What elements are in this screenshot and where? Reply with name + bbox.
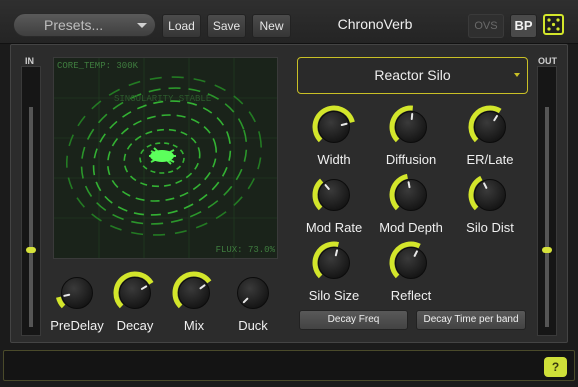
in-meter-label: IN <box>25 56 34 66</box>
mod-rate-knob[interactable] <box>311 172 357 218</box>
silo-dist-knob[interactable] <box>467 172 513 218</box>
width-knob[interactable] <box>311 104 357 150</box>
core-temp-readout: CORE_TEMP: 300K <box>57 61 139 71</box>
decay-time-per-band-button[interactable]: Decay Time per band <box>416 310 526 330</box>
er-late-knob[interactable] <box>467 104 513 150</box>
flux-readout: FLUX: 73.0% <box>215 245 275 255</box>
visualizer-status-text: SINGULARITY STABLE <box>114 94 212 104</box>
preset-dropdown-label: Presets... <box>44 17 104 33</box>
input-meter-track <box>29 107 33 327</box>
plugin-title: ChronoVerb <box>337 16 413 32</box>
bypass-button[interactable]: BP <box>510 14 537 38</box>
reverb-visualizer: CORE_TEMP: 300K SINGULARITY STABLE FLUX:… <box>53 57 278 259</box>
silo-size-knob[interactable] <box>311 240 357 286</box>
decay-freq-button[interactable]: Decay Freq <box>299 310 408 330</box>
diffusion-label: Diffusion <box>385 152 437 167</box>
randomize-dice-icon[interactable] <box>543 14 564 35</box>
mix-knob[interactable] <box>171 270 217 316</box>
help-button[interactable]: ? <box>544 357 567 377</box>
mod-depth-knob[interactable] <box>388 172 434 218</box>
output-gain-slider[interactable] <box>542 247 552 253</box>
decay-knob[interactable] <box>112 270 158 316</box>
duck-knob[interactable] <box>230 270 276 316</box>
silo-dist-label: Silo Dist <box>466 220 514 235</box>
save-button[interactable]: Save <box>207 14 246 38</box>
input-meter <box>21 66 41 336</box>
output-meter <box>537 66 557 336</box>
chevron-down-icon <box>137 23 147 28</box>
oversampling-button[interactable]: OVS <box>468 14 504 38</box>
output-meter-track <box>545 107 549 327</box>
status-bar <box>3 350 575 381</box>
duck-label: Duck <box>238 318 268 333</box>
reflect-label: Reflect <box>390 288 432 303</box>
reflect-knob[interactable] <box>388 240 434 286</box>
dice-icon <box>547 18 560 31</box>
chevron-down-icon <box>514 73 520 77</box>
er-late-label: ER/Late <box>466 152 514 167</box>
input-gain-slider[interactable] <box>26 247 36 253</box>
out-meter-label: OUT <box>538 56 557 66</box>
load-button[interactable]: Load <box>162 14 201 38</box>
reverb-type-dropdown[interactable]: Reactor Silo <box>297 57 528 94</box>
diffusion-knob[interactable] <box>388 104 434 150</box>
top-toolbar: Presets... Load Save New ChronoVerb OVS … <box>0 0 578 44</box>
new-button[interactable]: New <box>252 14 291 38</box>
visualizer-graphic <box>54 58 277 258</box>
preset-dropdown[interactable]: Presets... <box>13 13 156 37</box>
mod-depth-label: Mod Depth <box>379 220 443 235</box>
reverb-type-value: Reactor Silo <box>374 67 451 83</box>
predelay-knob[interactable] <box>54 270 100 316</box>
